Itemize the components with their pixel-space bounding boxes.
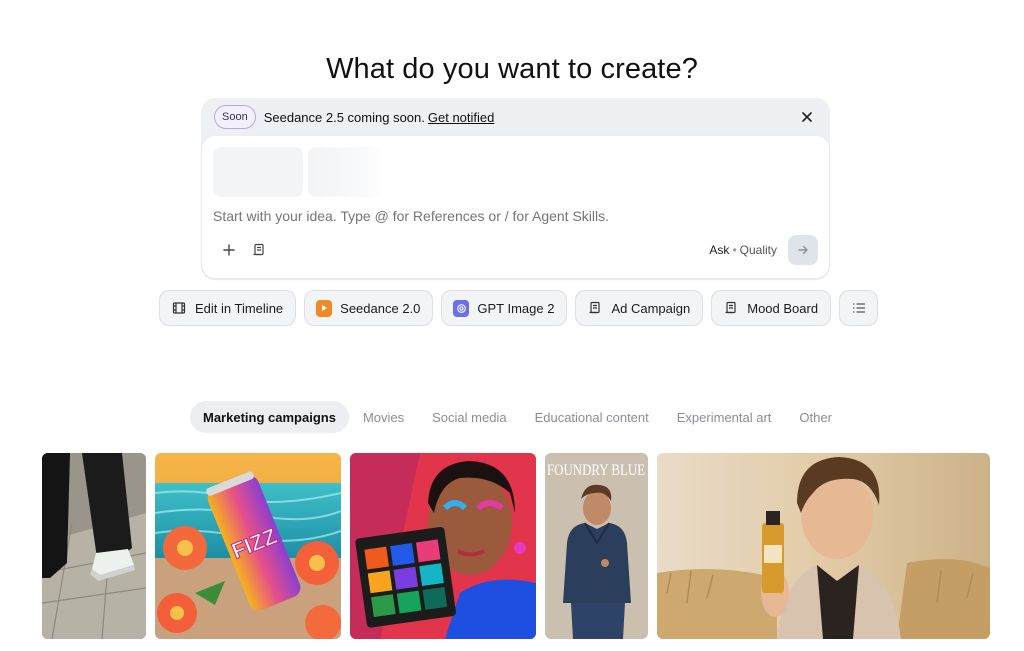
quality-label: Quality xyxy=(739,243,777,257)
gallery-item-makeup[interactable] xyxy=(350,453,536,639)
page-title: What do you want to create? xyxy=(326,53,698,86)
edit-in-timeline-chip[interactable]: Edit in Timeline xyxy=(159,290,297,326)
tab-other[interactable]: Other xyxy=(785,401,846,433)
chip-label: GPT Image 2 xyxy=(477,300,555,316)
chip-label: Mood Board xyxy=(747,300,819,316)
scroll-icon xyxy=(723,300,739,316)
list-icon xyxy=(851,300,867,316)
tab-experimental-art[interactable]: Experimental art xyxy=(663,401,786,433)
separator: • xyxy=(732,243,737,257)
send-button[interactable] xyxy=(788,235,818,265)
film-icon xyxy=(171,300,187,316)
scroll-icon[interactable] xyxy=(250,241,268,259)
seedance-icon xyxy=(316,299,333,317)
magazine-masthead-text: FOUNDRY BLUE xyxy=(547,462,645,479)
announcement-banner: Soon Seedance 2.5 coming soon. Get notif… xyxy=(201,98,830,136)
banner-text: Seedance 2.5 coming soon. xyxy=(263,109,425,125)
tab-educational-content[interactable]: Educational content xyxy=(521,401,663,433)
composer-card: Soon Seedance 2.5 coming soon. Get notif… xyxy=(201,98,830,280)
scroll-icon xyxy=(587,300,603,316)
prompt-input[interactable] xyxy=(213,208,773,224)
quick-actions: Edit in Timeline Seedance 2.0 GPT Image … xyxy=(159,290,879,326)
model-quality-select[interactable]: Ask • Quality xyxy=(709,243,777,257)
tab-marketing-campaigns[interactable]: Marketing campaigns xyxy=(190,401,349,433)
mood-board-chip[interactable]: Mood Board xyxy=(711,290,832,326)
seedance-chip[interactable]: Seedance 2.0 xyxy=(304,290,434,326)
close-icon[interactable] xyxy=(798,108,816,126)
gallery-item-perfume[interactable] xyxy=(657,453,990,639)
chip-label: Ad Campaign xyxy=(611,300,691,316)
chip-label: Seedance 2.0 xyxy=(340,300,421,316)
soon-badge: Soon xyxy=(214,105,256,129)
reference-slot[interactable] xyxy=(308,147,386,197)
gpt-image-chip[interactable]: GPT Image 2 xyxy=(441,290,568,326)
plus-icon[interactable] xyxy=(220,241,238,259)
gpt-icon xyxy=(453,299,470,317)
chip-label: Edit in Timeline xyxy=(195,300,284,316)
category-tabs: Marketing campaigns Movies Social media … xyxy=(190,401,846,433)
ad-campaign-chip[interactable]: Ad Campaign xyxy=(575,290,704,326)
reference-slot[interactable] xyxy=(213,147,303,197)
gallery-item-fizz-can[interactable]: FIZZ xyxy=(155,453,341,639)
get-notified-link[interactable]: Get notified xyxy=(428,110,495,125)
prompt-box: Ask • Quality xyxy=(202,136,829,278)
arrow-right-icon xyxy=(798,245,808,255)
more-skills-button[interactable] xyxy=(839,290,879,326)
tab-movies[interactable]: Movies xyxy=(349,401,418,433)
gallery-item-magazine[interactable]: FOUNDRY BLUE xyxy=(545,453,648,639)
gallery-item-sneaker[interactable] xyxy=(42,453,146,639)
tab-social-media[interactable]: Social media xyxy=(418,401,520,433)
example-gallery: FIZZ FOUNDRY BLUE xyxy=(0,453,1024,639)
model-label: Ask xyxy=(709,243,730,257)
